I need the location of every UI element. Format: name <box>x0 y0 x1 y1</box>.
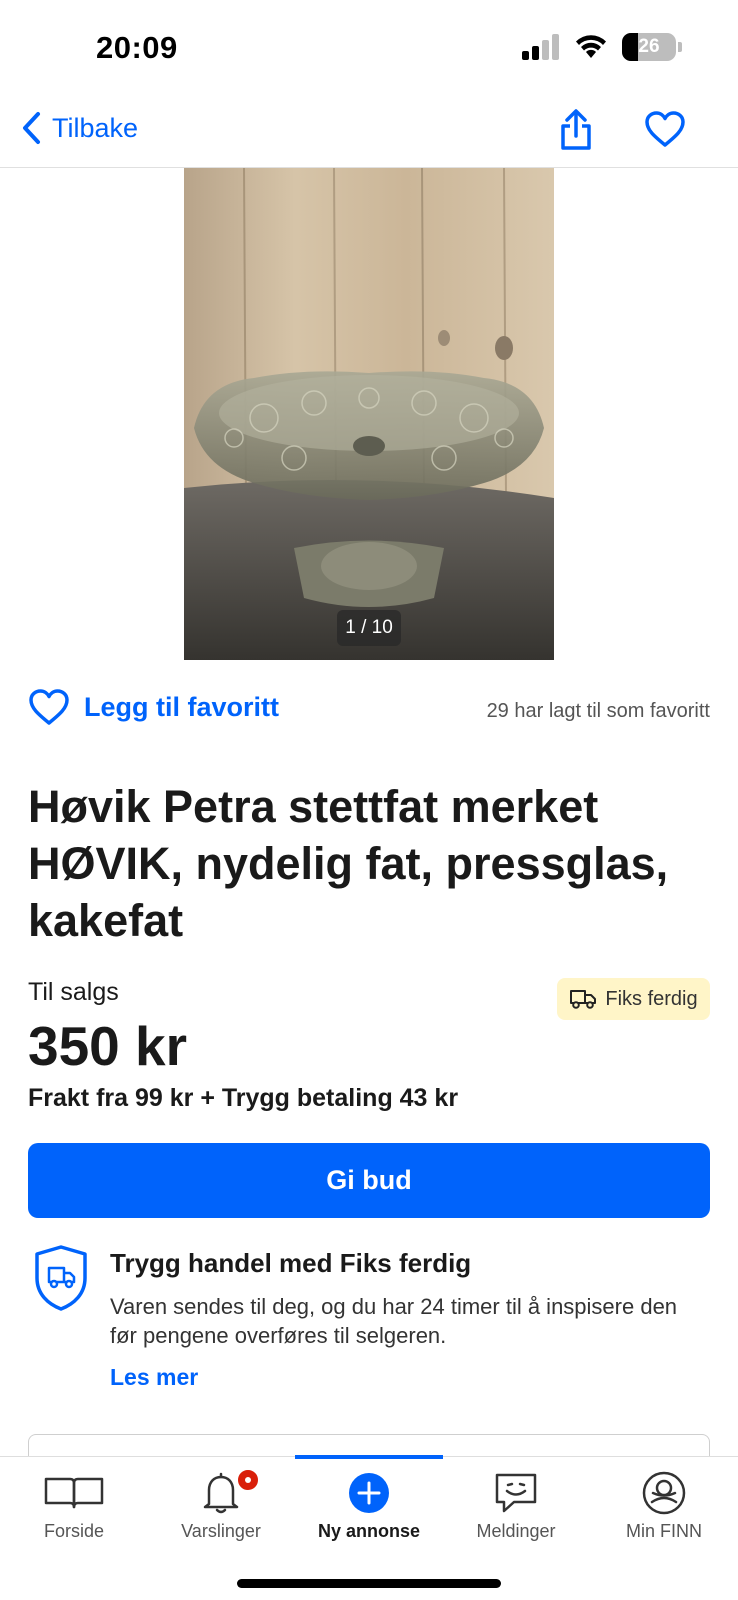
tab-label: Min FINN <box>626 1521 702 1541</box>
status-bar: 20:09 26 <box>0 0 738 100</box>
share-button[interactable] <box>558 108 594 157</box>
place-bid-button[interactable]: Gi bud <box>28 1143 710 1218</box>
back-button[interactable]: Tilbake <box>20 110 138 146</box>
chat-icon <box>495 1473 537 1513</box>
listing-title: Høvik Petra stettfat merket HØVIK, nydel… <box>28 781 669 946</box>
plus-circle-icon <box>349 1473 389 1513</box>
safe-trade-title: Trygg handel med Fiks ferdig <box>110 1248 472 1278</box>
heart-icon <box>645 111 685 147</box>
tab-ny-annonse[interactable]: Ny annonse <box>295 1457 443 1553</box>
image-counter: 1 / 10 <box>337 610 401 646</box>
battery-icon: 26 <box>622 33 682 61</box>
fiks-ferdig-badge: Fiks ferdig <box>557 978 710 1020</box>
badge-label: Fiks ferdig <box>605 987 698 1010</box>
tab-varslinger[interactable]: Varslinger <box>147 1457 295 1553</box>
tab-label: Varslinger <box>181 1521 261 1541</box>
chevron-left-icon <box>23 112 40 144</box>
heart-icon <box>29 689 69 725</box>
tab-min-finn[interactable]: Min FINN <box>590 1457 738 1553</box>
signal-icon <box>522 34 559 60</box>
bell-icon <box>203 1472 239 1514</box>
favorite-count: 29 har lagt til som favoritt <box>486 700 710 722</box>
product-image[interactable] <box>184 168 554 660</box>
add-favorite-label: Legg til favoritt <box>84 691 279 722</box>
notification-badge <box>235 1467 261 1493</box>
favorite-row: Legg til favoritt 29 har lagt til som fa… <box>28 688 710 734</box>
back-label: Tilbake <box>52 112 139 143</box>
delivery-truck-icon <box>570 990 597 1009</box>
image-gallery <box>0 168 738 660</box>
shipping-info: Frakt fra 99 kr + Trygg betaling 43 kr <box>28 1084 459 1112</box>
tab-label: Forside <box>43 1521 105 1541</box>
profile-icon <box>642 1471 686 1515</box>
price: 350 kr <box>28 1015 188 1077</box>
safe-trade-section: Trygg handel med Fiks ferdig Varen sende… <box>28 1244 718 1394</box>
nav-bar: Tilbake <box>0 100 738 168</box>
status-icons: 26 <box>522 33 682 61</box>
shield-truck-icon <box>35 1245 87 1311</box>
status-time: 20:09 <box>96 30 178 65</box>
share-icon <box>561 109 591 150</box>
book-icon <box>44 1477 104 1509</box>
tab-meldinger[interactable]: Meldinger <box>442 1457 590 1553</box>
home-indicator <box>237 1579 501 1588</box>
tab-forside[interactable]: Forside <box>0 1457 148 1553</box>
sale-label: Til salgs <box>28 978 119 1006</box>
tab-bar: Forside Varslinger Ny annonse Meldinger … <box>0 1455 738 1600</box>
favorite-nav-button[interactable] <box>644 110 686 153</box>
read-more-link[interactable]: Les mer <box>110 1364 198 1391</box>
tab-label: Meldinger <box>476 1521 556 1541</box>
battery-level: 26 <box>638 36 660 57</box>
tab-label: Ny annonse <box>317 1521 421 1541</box>
wifi-icon <box>576 35 606 58</box>
safe-trade-text: Varen sendes til deg, og du har 24 timer… <box>110 1294 678 1348</box>
